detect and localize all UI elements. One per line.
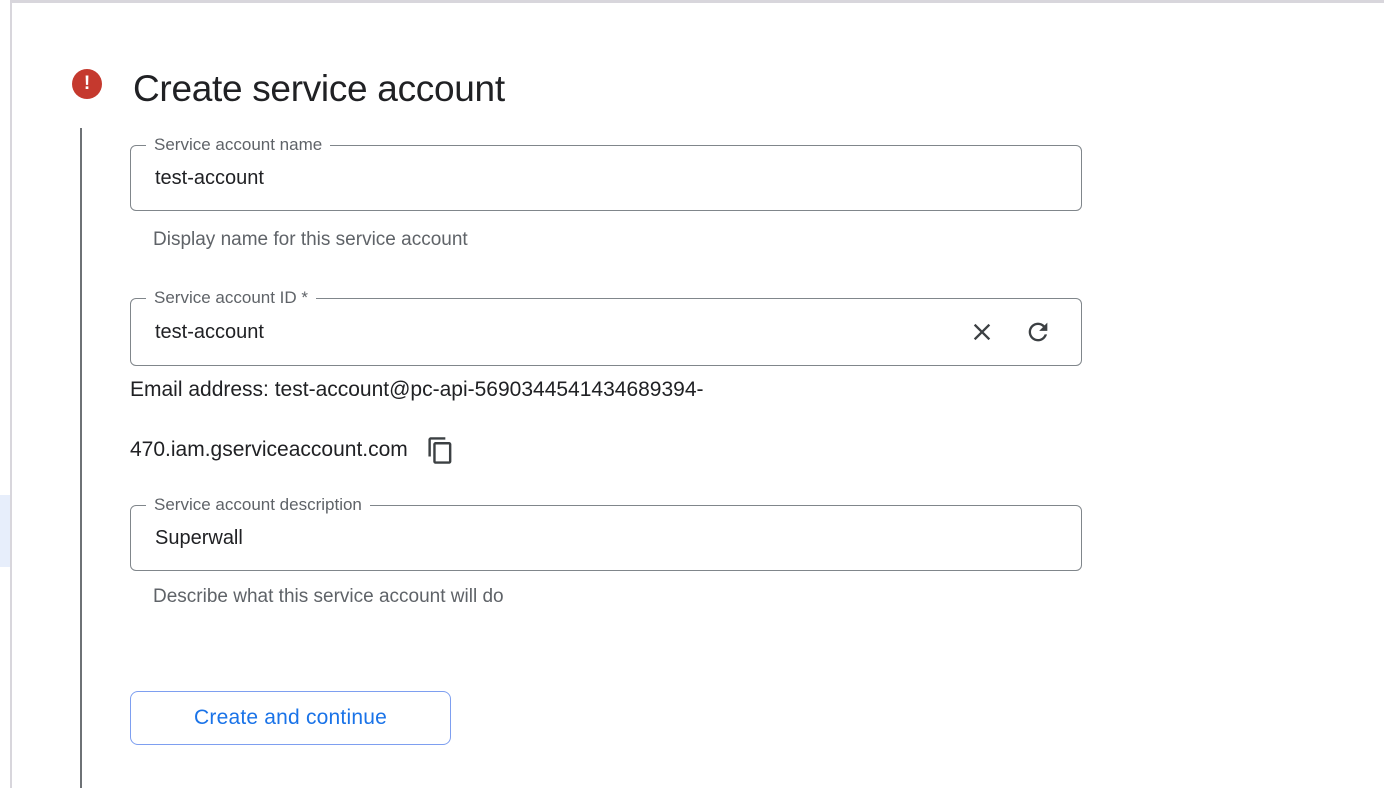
clear-id-button[interactable]: [961, 311, 1003, 353]
copy-icon: [426, 436, 455, 465]
email-address-hint: Email address: test-account@pc-api-56903…: [130, 360, 704, 480]
panel-left-border: [10, 0, 12, 788]
left-edge-strip: [0, 0, 10, 788]
error-step-icon: !: [72, 69, 102, 99]
regenerate-id-button[interactable]: [1017, 311, 1059, 353]
refresh-icon: [1024, 318, 1052, 346]
stepper-connector-line: [80, 128, 82, 788]
service-account-name-field[interactable]: Service account name: [130, 145, 1082, 211]
service-account-description-field[interactable]: Service account description: [130, 505, 1082, 571]
service-account-id-field[interactable]: Service account ID *: [130, 298, 1082, 366]
left-edge-highlight: [0, 495, 10, 567]
panel-top-border: [12, 0, 1384, 3]
name-helper-text: Display name for this service account: [153, 227, 468, 253]
create-and-continue-button[interactable]: Create and continue: [130, 691, 451, 745]
email-address-line1: Email address: test-account@pc-api-56903…: [130, 360, 704, 420]
page-title: Create service account: [133, 66, 505, 112]
create-service-account-page: ! Create service account Service account…: [0, 0, 1384, 788]
id-field-actions: [961, 299, 1059, 365]
service-account-name-input[interactable]: [131, 146, 1081, 210]
close-icon: [968, 318, 996, 346]
exclamation-icon: !: [84, 74, 90, 93]
service-account-description-input[interactable]: [131, 506, 1081, 570]
description-helper-text: Describe what this service account will …: [153, 584, 504, 610]
copy-email-button[interactable]: [420, 429, 462, 471]
service-account-id-input[interactable]: [131, 299, 1081, 365]
email-address-line2: 470.iam.gserviceaccount.com: [130, 420, 408, 480]
